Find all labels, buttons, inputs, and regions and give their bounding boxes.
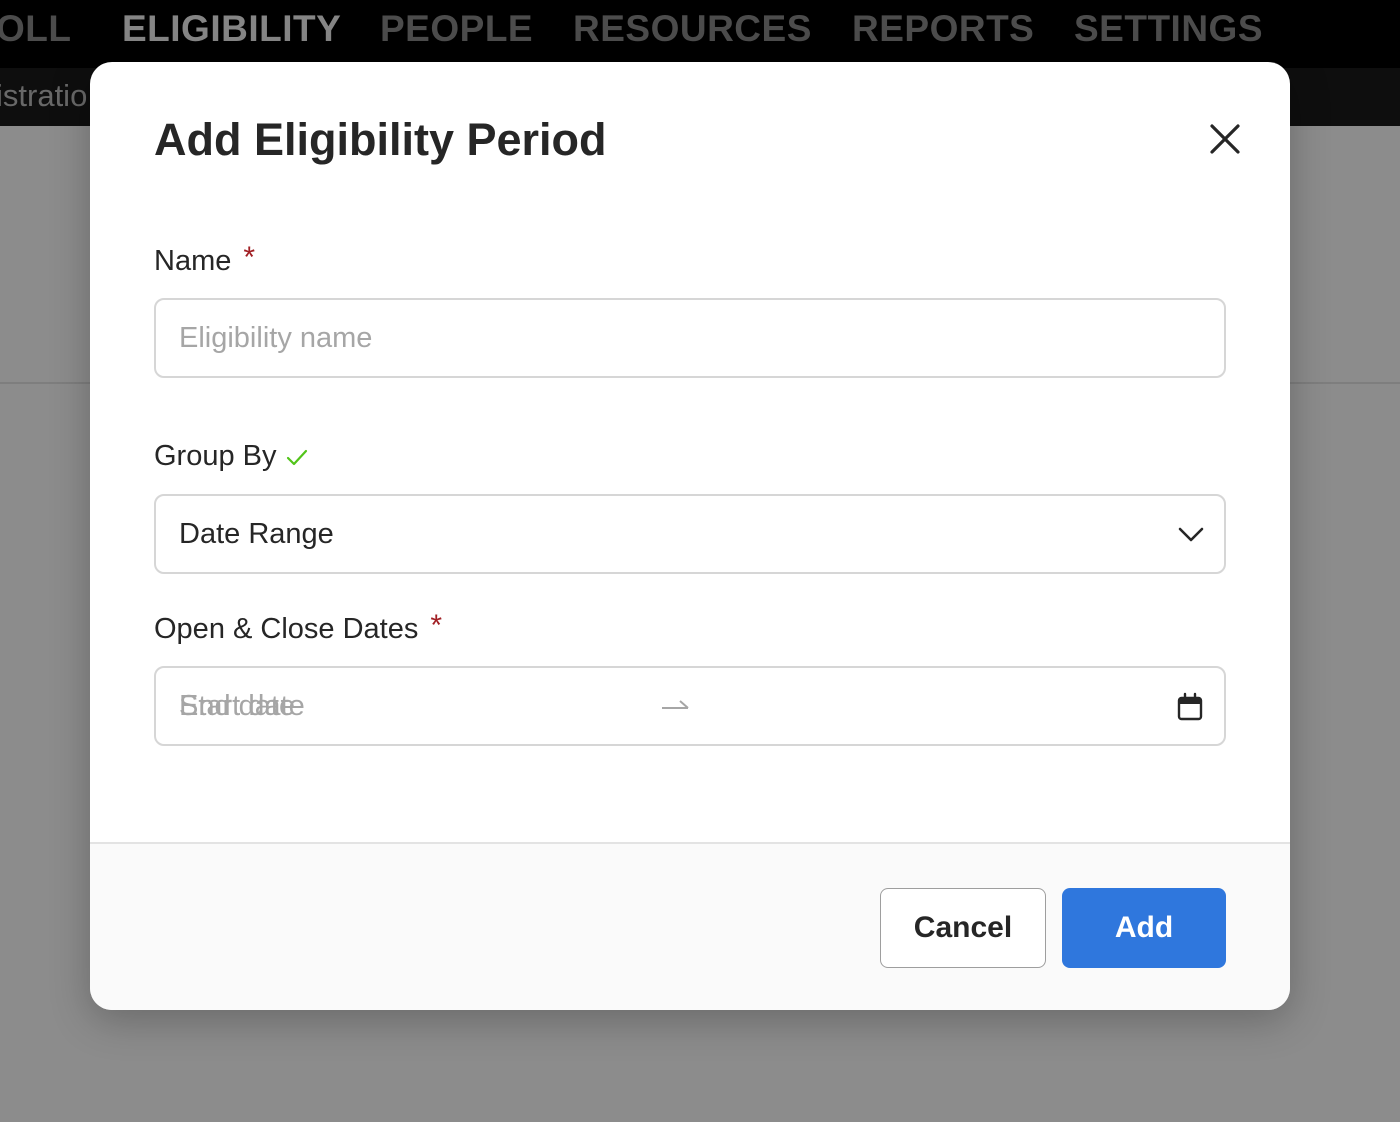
name-label: Name *: [154, 241, 256, 278]
dialog-title: Add Eligibility Period: [154, 114, 607, 165]
close-icon: [1210, 124, 1240, 154]
group-by-selected-value: Date Range: [179, 518, 334, 550]
cancel-button[interactable]: Cancel: [880, 888, 1046, 968]
name-input[interactable]: [156, 300, 1224, 376]
close-button[interactable]: [1204, 118, 1246, 160]
end-date-input[interactable]: [156, 668, 1224, 744]
calendar-icon[interactable]: [1176, 692, 1204, 722]
group-by-select[interactable]: Date Range: [154, 494, 1226, 574]
group-by-label: Group By: [154, 440, 309, 473]
name-label-text: Name: [154, 244, 232, 277]
dialog-footer: Cancel Add: [90, 842, 1290, 1010]
date-range-picker: [154, 666, 1226, 746]
group-by-label-text: Group By: [154, 440, 277, 472]
check-icon: [286, 449, 307, 465]
name-field: [154, 298, 1226, 378]
required-mark: *: [243, 241, 256, 274]
required-mark: *: [430, 609, 443, 642]
chevron-down-icon: [1178, 527, 1204, 542]
add-button[interactable]: Add: [1062, 888, 1226, 968]
dates-label: Open & Close Dates *: [154, 609, 443, 646]
add-eligibility-period-dialog: Add Eligibility Period Name * Group By D…: [90, 62, 1290, 1010]
dates-label-text: Open & Close Dates: [154, 612, 419, 645]
